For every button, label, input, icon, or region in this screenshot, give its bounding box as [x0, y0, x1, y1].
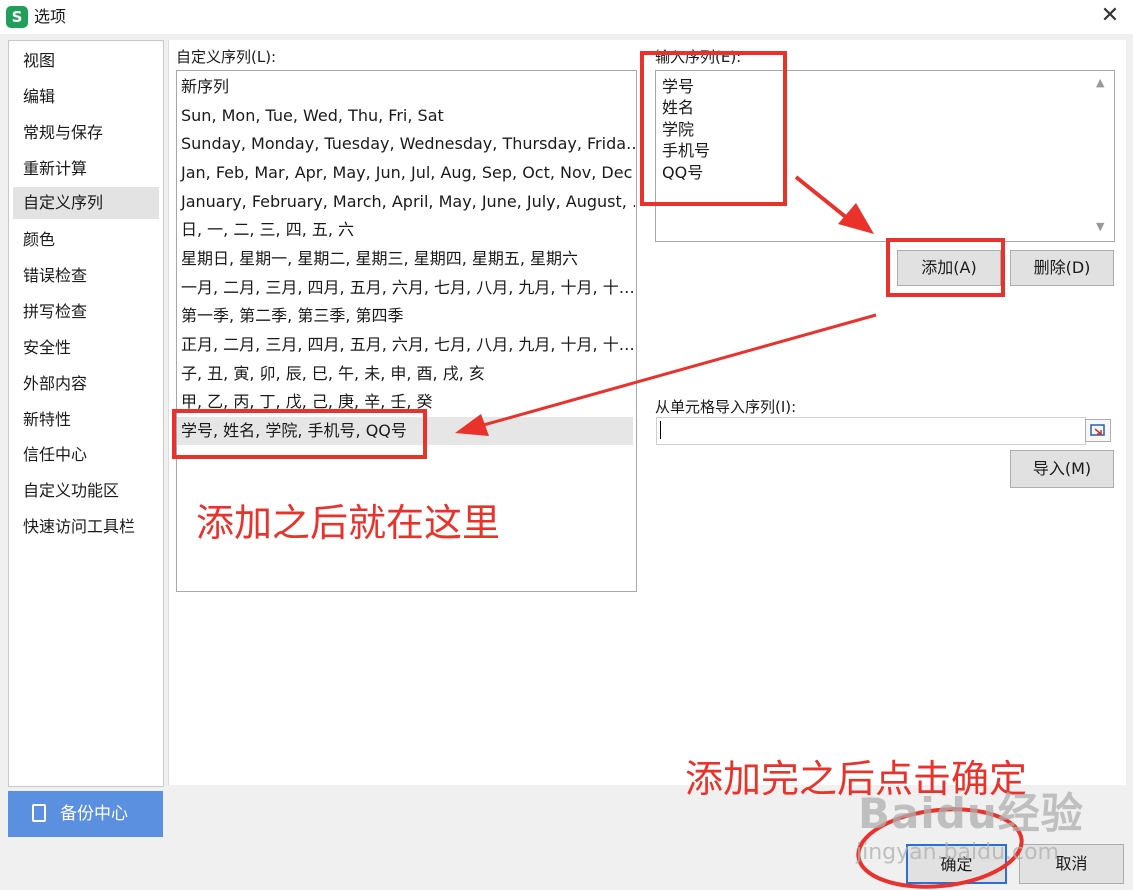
- annotation-text-added-here: 添加之后就在这里: [196, 501, 501, 545]
- watermark-url: jingyan.baidu.com: [856, 840, 1060, 865]
- arrow-to-row-icon: [479, 313, 877, 428]
- watermark-logo: Baidu经验: [858, 789, 1084, 838]
- arrow-head-icon: [455, 414, 489, 436]
- arrow-to-add-icon: [794, 175, 854, 224]
- arrow-head-icon: [838, 203, 874, 234]
